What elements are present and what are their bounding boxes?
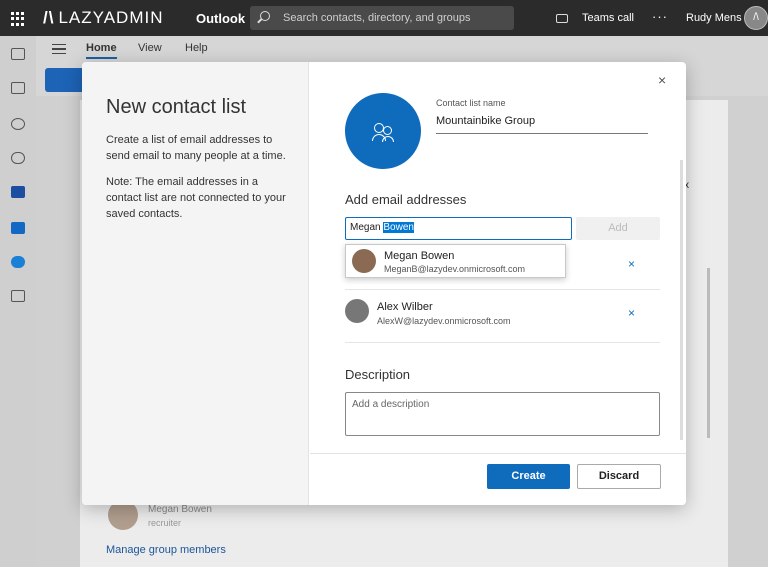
panel-scrollbar[interactable] <box>707 268 710 438</box>
more-options-icon[interactable]: ··· <box>652 9 668 24</box>
app-rail <box>0 36 36 567</box>
teams-app-icon[interactable] <box>11 186 25 198</box>
dialog-title: New contact list <box>106 96 247 118</box>
more-apps-icon[interactable] <box>11 290 25 302</box>
discard-button[interactable]: Discard <box>577 464 661 489</box>
brand-name: LAZYADMIN <box>58 8 164 27</box>
description-placeholder: Add a description <box>352 399 430 410</box>
menu-icon[interactable] <box>52 44 66 54</box>
attachment-icon[interactable] <box>11 152 25 164</box>
new-contact-button[interactable] <box>45 68 85 92</box>
avatar <box>345 299 369 323</box>
email-typed-text: Megan <box>350 222 381 233</box>
user-name[interactable]: Rudy Mens <box>686 12 742 24</box>
avatar <box>352 249 376 273</box>
contact-list-name-label: Contact list name <box>436 98 506 108</box>
contact-list-icon <box>345 93 421 169</box>
tab-help[interactable]: Help <box>185 42 208 54</box>
search-icon <box>260 11 270 21</box>
manage-group-members-link[interactable]: Manage group members <box>106 544 226 556</box>
app-launcher-icon[interactable] <box>11 12 25 26</box>
add-button[interactable]: Add <box>576 217 660 240</box>
app-name[interactable]: Outlook <box>196 11 245 26</box>
dialog-footer: Create Discard <box>310 453 686 505</box>
contact-list-name-field[interactable]: Mountainbike Group <box>436 115 648 134</box>
outlook-app-icon[interactable] <box>11 222 25 234</box>
search-input[interactable]: Search contacts, directory, and groups <box>250 6 514 30</box>
close-icon[interactable]: × <box>658 72 666 88</box>
email-selected-text: Bowen <box>383 222 414 233</box>
suggestion-name: Megan Bowen <box>384 250 455 262</box>
video-camera-icon[interactable] <box>556 14 568 23</box>
search-placeholder: Search contacts, directory, and groups <box>283 12 471 24</box>
onedrive-icon[interactable] <box>11 256 25 268</box>
mail-icon[interactable] <box>11 48 25 60</box>
list-item: Alex Wilber AlexW@lazydev.onmicrosoft.co… <box>345 291 660 343</box>
tab-home[interactable]: Home <box>86 42 117 59</box>
people-icon[interactable] <box>11 118 25 130</box>
member-name: Alex Wilber <box>377 301 433 313</box>
email-address-input[interactable]: Megan Bowen <box>345 217 572 240</box>
member-email: AlexW@lazydev.onmicrosoft.com <box>377 316 511 326</box>
member-role: recruiter <box>148 518 182 528</box>
member-name: Megan Bowen <box>148 504 212 515</box>
add-email-heading: Add email addresses <box>345 192 467 207</box>
description-heading: Description <box>345 367 411 382</box>
dialog-info-pane: New contact list Create a list of email … <box>82 62 309 505</box>
brand-logo: /\ LAZYADMIN <box>43 8 164 27</box>
dialog-note: Note: The email addresses in a contact l… <box>106 176 286 220</box>
suggestion-email: MeganB@lazydev.onmicrosoft.com <box>384 264 526 274</box>
remove-member-icon[interactable]: × <box>628 257 635 271</box>
remove-member-icon[interactable]: × <box>628 306 635 320</box>
description-field[interactable]: Add a description <box>345 392 660 436</box>
dialog-scrollbar[interactable] <box>680 160 683 440</box>
user-avatar[interactable]: /\ <box>744 6 768 30</box>
top-bar: /\ LAZYADMIN Outlook Search contacts, dir… <box>0 0 768 36</box>
teams-call-button[interactable]: Teams call <box>582 12 634 24</box>
dialog-description: Create a list of email addresses to send… <box>106 134 286 162</box>
suggestion-item[interactable]: Megan Bowen MeganB@lazydev.onmicrosoft.c… <box>345 244 566 278</box>
new-contact-list-dialog: New contact list Create a list of email … <box>82 62 686 505</box>
create-button[interactable]: Create <box>487 464 570 489</box>
tab-view[interactable]: View <box>138 42 162 54</box>
calendar-icon[interactable] <box>11 82 25 94</box>
